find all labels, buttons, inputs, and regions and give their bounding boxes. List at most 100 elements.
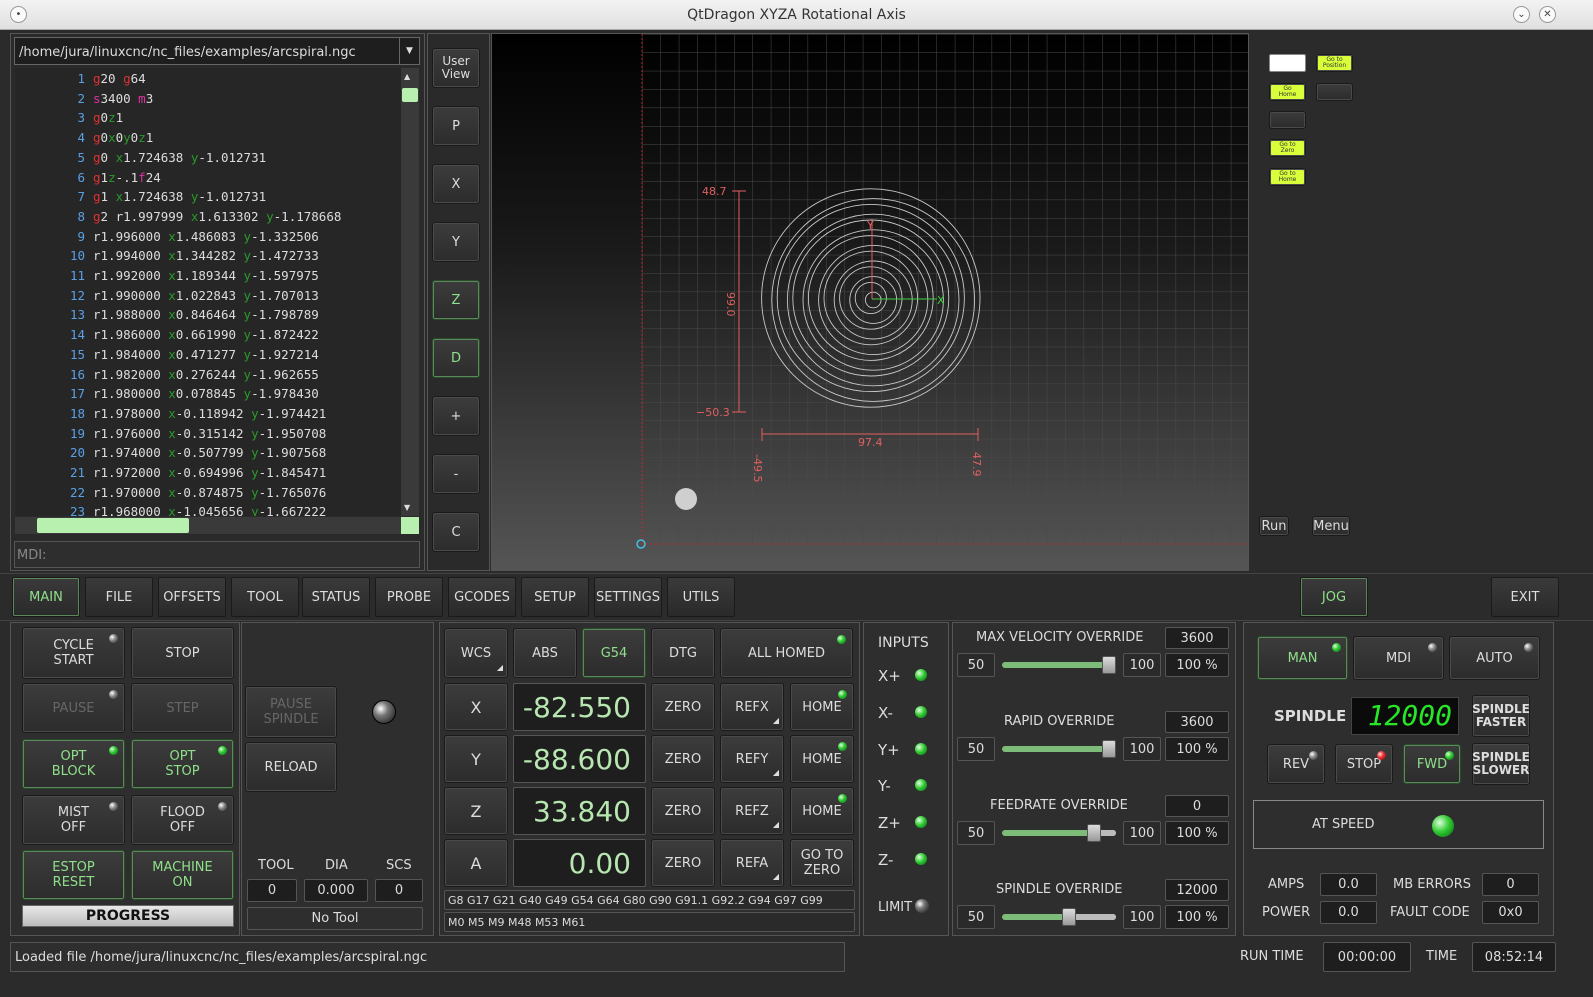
axis-y-button[interactable]: Y — [444, 735, 508, 783]
mdi-input[interactable]: MDI: — [14, 541, 420, 568]
tab-tool[interactable]: TOOL — [231, 577, 299, 617]
home-x-button[interactable]: HOME — [790, 683, 854, 731]
home-z-button[interactable]: HOME — [790, 787, 854, 835]
slider-handle[interactable] — [1102, 740, 1116, 758]
override-slider[interactable] — [1002, 824, 1116, 842]
slider-handle[interactable] — [1102, 656, 1116, 674]
ref-y-button[interactable]: REFY ◢ — [720, 735, 784, 783]
menu-button[interactable]: Menu — [1312, 516, 1350, 536]
run-button[interactable]: Run — [1259, 516, 1289, 536]
code-line[interactable]: g2 r1.997999 x1.613302 y-1.178668 — [93, 209, 341, 224]
go-to-position-button[interactable]: Go to Position — [1316, 54, 1353, 72]
file-path-combo[interactable]: /home/jura/linuxcnc/nc_files/examples/ar… — [14, 37, 420, 65]
scroll-down-icon[interactable]: ▼ — [404, 503, 410, 512]
zero-y-button[interactable]: ZERO — [651, 735, 715, 783]
scroll-up-icon[interactable]: ▲ — [404, 72, 410, 81]
code-line[interactable]: g0 x1.724638 y-1.012731 — [93, 150, 266, 165]
zoom-in-button[interactable]: + — [432, 396, 480, 436]
spindle-faster-button[interactable]: SPINDLE FASTER — [1472, 695, 1530, 737]
estop-reset-button[interactable]: ESTOP RESET — [22, 850, 125, 900]
macro-image-button[interactable] — [1269, 54, 1306, 72]
minimize-icon[interactable]: ⌄ — [1513, 6, 1530, 23]
jog-button[interactable]: JOG — [1300, 577, 1368, 617]
horizontal-scrollbar[interactable] — [15, 517, 401, 534]
zero-a-button[interactable]: ZERO — [651, 839, 715, 887]
man-mode-button[interactable]: MAN — [1257, 636, 1348, 680]
scroll-handle[interactable] — [402, 88, 418, 102]
code-line[interactable]: r1.996000 x1.486083 y-1.332506 — [93, 229, 319, 244]
view-z-button[interactable]: Z — [432, 280, 480, 320]
home-y-button[interactable]: HOME — [790, 735, 854, 783]
chevron-down-icon[interactable]: ▼ — [399, 38, 419, 64]
code-line[interactable]: g1 x1.724638 y-1.012731 — [93, 189, 266, 204]
user-view-button[interactable]: User View — [432, 48, 480, 88]
code-line[interactable]: r1.978000 x-0.118942 y-1.974421 — [93, 406, 326, 421]
code-line[interactable]: g1z-.1f24 — [93, 170, 161, 185]
ref-a-button[interactable]: REFA ◢ — [720, 839, 784, 887]
code-line[interactable]: r1.990000 x1.022843 y-1.707013 — [93, 288, 319, 303]
axis-z-button[interactable]: Z — [444, 787, 508, 835]
home-a-button[interactable]: GO TO ZERO — [790, 839, 854, 887]
macro-blank-button-2[interactable] — [1269, 111, 1306, 129]
tab-setup[interactable]: SETUP — [521, 577, 589, 617]
close-icon[interactable]: ✕ — [1539, 6, 1556, 23]
tab-main[interactable]: MAIN — [12, 577, 80, 617]
spindle-stop-button[interactable]: STOP — [1335, 744, 1393, 784]
code-line[interactable]: r1.970000 x-0.874875 y-1.765076 — [93, 485, 326, 500]
slider-handle[interactable] — [1087, 824, 1101, 842]
exit-button[interactable]: EXIT — [1491, 577, 1559, 617]
wcs-button[interactable]: WCS ◢ — [444, 628, 508, 678]
ref-z-button[interactable]: REFZ ◢ — [720, 787, 784, 835]
code-line[interactable]: r1.968000 x-1.045656 y-1.667222 — [93, 504, 326, 516]
opt-stop-button[interactable]: OPT STOP — [131, 739, 234, 789]
mdi-mode-button[interactable]: MDI — [1353, 636, 1444, 680]
zero-x-button[interactable]: ZERO — [651, 683, 715, 731]
tab-offsets[interactable]: OFFSETS — [158, 577, 226, 617]
zoom-out-button[interactable]: - — [432, 454, 480, 494]
code-line[interactable]: g0x0y0z1 — [93, 130, 153, 145]
pause-spindle-button[interactable]: PAUSE SPINDLE — [245, 686, 337, 738]
step-button[interactable]: STEP — [131, 683, 234, 733]
axis-a-button[interactable]: A — [444, 839, 508, 887]
auto-mode-button[interactable]: AUTO — [1449, 636, 1540, 680]
tab-probe[interactable]: PROBE — [375, 577, 443, 617]
code-line[interactable]: r1.972000 x-0.694996 y-1.845471 — [93, 465, 326, 480]
all-homed-button[interactable]: ALL HOMED — [720, 628, 853, 678]
cycle-start-button[interactable]: CYCLE START — [22, 627, 125, 679]
mist-button[interactable]: MIST OFF — [22, 795, 125, 845]
view-x-button[interactable]: X — [432, 164, 480, 204]
go-to-zero-button[interactable]: Go to Zero — [1269, 139, 1306, 157]
clear-button[interactable]: C — [432, 512, 480, 552]
go-to-home-button[interactable]: Go to Home — [1269, 168, 1306, 186]
view-y-button[interactable]: Y — [432, 222, 480, 262]
code-line[interactable]: g20 g64 — [93, 71, 146, 86]
code-line[interactable]: r1.982000 x0.276244 y-1.962655 — [93, 367, 319, 382]
spindle-rev-button[interactable]: REV — [1267, 744, 1325, 784]
override-slider[interactable] — [1002, 908, 1116, 926]
view-d-button[interactable]: D — [432, 338, 480, 378]
h-scroll-handle[interactable] — [37, 518, 189, 533]
vertical-scrollbar[interactable]: ▲ ▼ — [401, 68, 419, 516]
code-line[interactable]: r1.974000 x-0.507799 y-1.907568 — [93, 445, 326, 460]
tab-utils[interactable]: UTILS — [667, 577, 735, 617]
g54-button[interactable]: G54 — [582, 628, 646, 678]
code-line[interactable]: r1.984000 x0.471277 y-1.927214 — [93, 347, 319, 362]
override-slider[interactable] — [1002, 656, 1116, 674]
preview-canvas[interactable]: X Y 48.7 −50.3 99.0 97.4 -49.5 47.9 — [492, 34, 1249, 571]
override-slider[interactable] — [1002, 740, 1116, 758]
gcode-editor[interactable]: 1 g20 g64 2 s3400 m3 3 g0z1 4 g0x0y0z1 5 g0 x1.72… — [15, 68, 401, 516]
code-line[interactable]: r1.994000 x1.344282 y-1.472733 — [93, 248, 319, 263]
tab-status[interactable]: STATUS — [302, 577, 370, 617]
macro-blank-button-1[interactable] — [1316, 83, 1353, 101]
machine-on-button[interactable]: MACHINE ON — [131, 850, 234, 900]
pause-button[interactable]: PAUSE — [22, 683, 125, 733]
ref-x-button[interactable]: REFX ◢ — [720, 683, 784, 731]
flood-button[interactable]: FLOOD OFF — [131, 795, 234, 845]
code-line[interactable]: g0z1 — [93, 110, 123, 125]
slider-handle[interactable] — [1062, 908, 1076, 926]
tab-settings[interactable]: SETTINGS — [594, 577, 662, 617]
spindle-fwd-button[interactable]: FWD — [1403, 744, 1461, 784]
axis-x-button[interactable]: X — [444, 683, 508, 731]
spindle-slower-button[interactable]: SPINDLE SLOWER — [1472, 743, 1530, 785]
view-p-button[interactable]: P — [432, 106, 480, 146]
